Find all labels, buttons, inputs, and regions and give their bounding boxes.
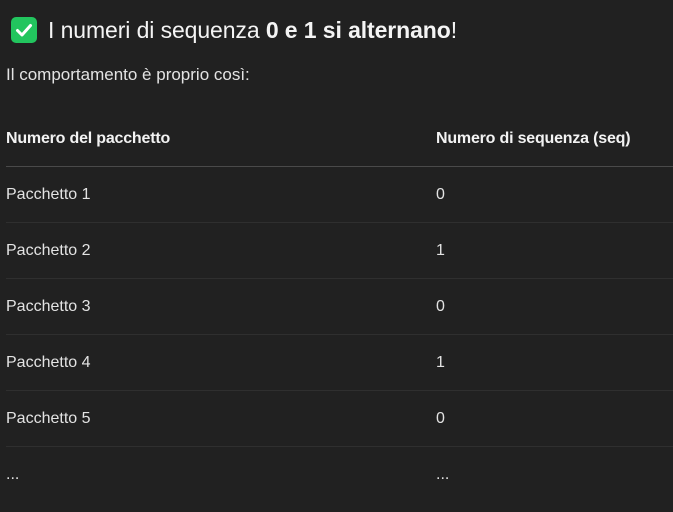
heading-bold: e bbox=[278, 16, 304, 43]
column-header: Numero di sequenza (seq) bbox=[436, 129, 631, 147]
heading-part: I numeri di sequenza bbox=[48, 16, 266, 43]
table-row: Pacchetto 3 0 bbox=[6, 279, 673, 335]
table-cell: Pacchetto 1 bbox=[6, 185, 91, 203]
table-row: Pacchetto 2 1 bbox=[6, 223, 673, 279]
sequence-table: Numero del pacchetto Numero di sequenza … bbox=[6, 111, 673, 503]
heading-bold: 1 bbox=[303, 16, 317, 43]
table-cell: ... bbox=[6, 466, 20, 483]
heading-text: I numeri di sequenza 0 e 1 si alternano! bbox=[48, 17, 457, 44]
table-cell: 0 bbox=[436, 297, 445, 315]
table-cell: 0 bbox=[436, 185, 445, 203]
intro-text: Il comportamento è proprio così: bbox=[6, 65, 250, 84]
table-row: Pacchetto 5 0 bbox=[6, 391, 673, 447]
check-box-icon bbox=[11, 17, 37, 43]
table-cell: Pacchetto 4 bbox=[6, 353, 91, 371]
table-cell: ... bbox=[436, 466, 450, 483]
table-cell: 1 bbox=[436, 241, 445, 259]
heading-bold: si alternano bbox=[322, 16, 451, 43]
heading-bold: 0 bbox=[265, 16, 279, 43]
section-heading: I numeri di sequenza 0 e 1 si alternano! bbox=[11, 14, 457, 46]
column-header: Numero del pacchetto bbox=[6, 129, 171, 147]
table-cell: 0 bbox=[436, 409, 445, 427]
table-row: ... ... bbox=[6, 447, 673, 503]
heading-part: ! bbox=[450, 16, 457, 43]
table-header-row: Numero del pacchetto Numero di sequenza … bbox=[6, 111, 673, 167]
table-row: Pacchetto 1 0 bbox=[6, 167, 673, 223]
table-cell: Pacchetto 2 bbox=[6, 241, 91, 259]
table-cell: Pacchetto 5 bbox=[6, 409, 91, 427]
table-row: Pacchetto 4 1 bbox=[6, 335, 673, 391]
table-cell: Pacchetto 3 bbox=[6, 297, 91, 315]
table-cell: 1 bbox=[436, 353, 445, 371]
